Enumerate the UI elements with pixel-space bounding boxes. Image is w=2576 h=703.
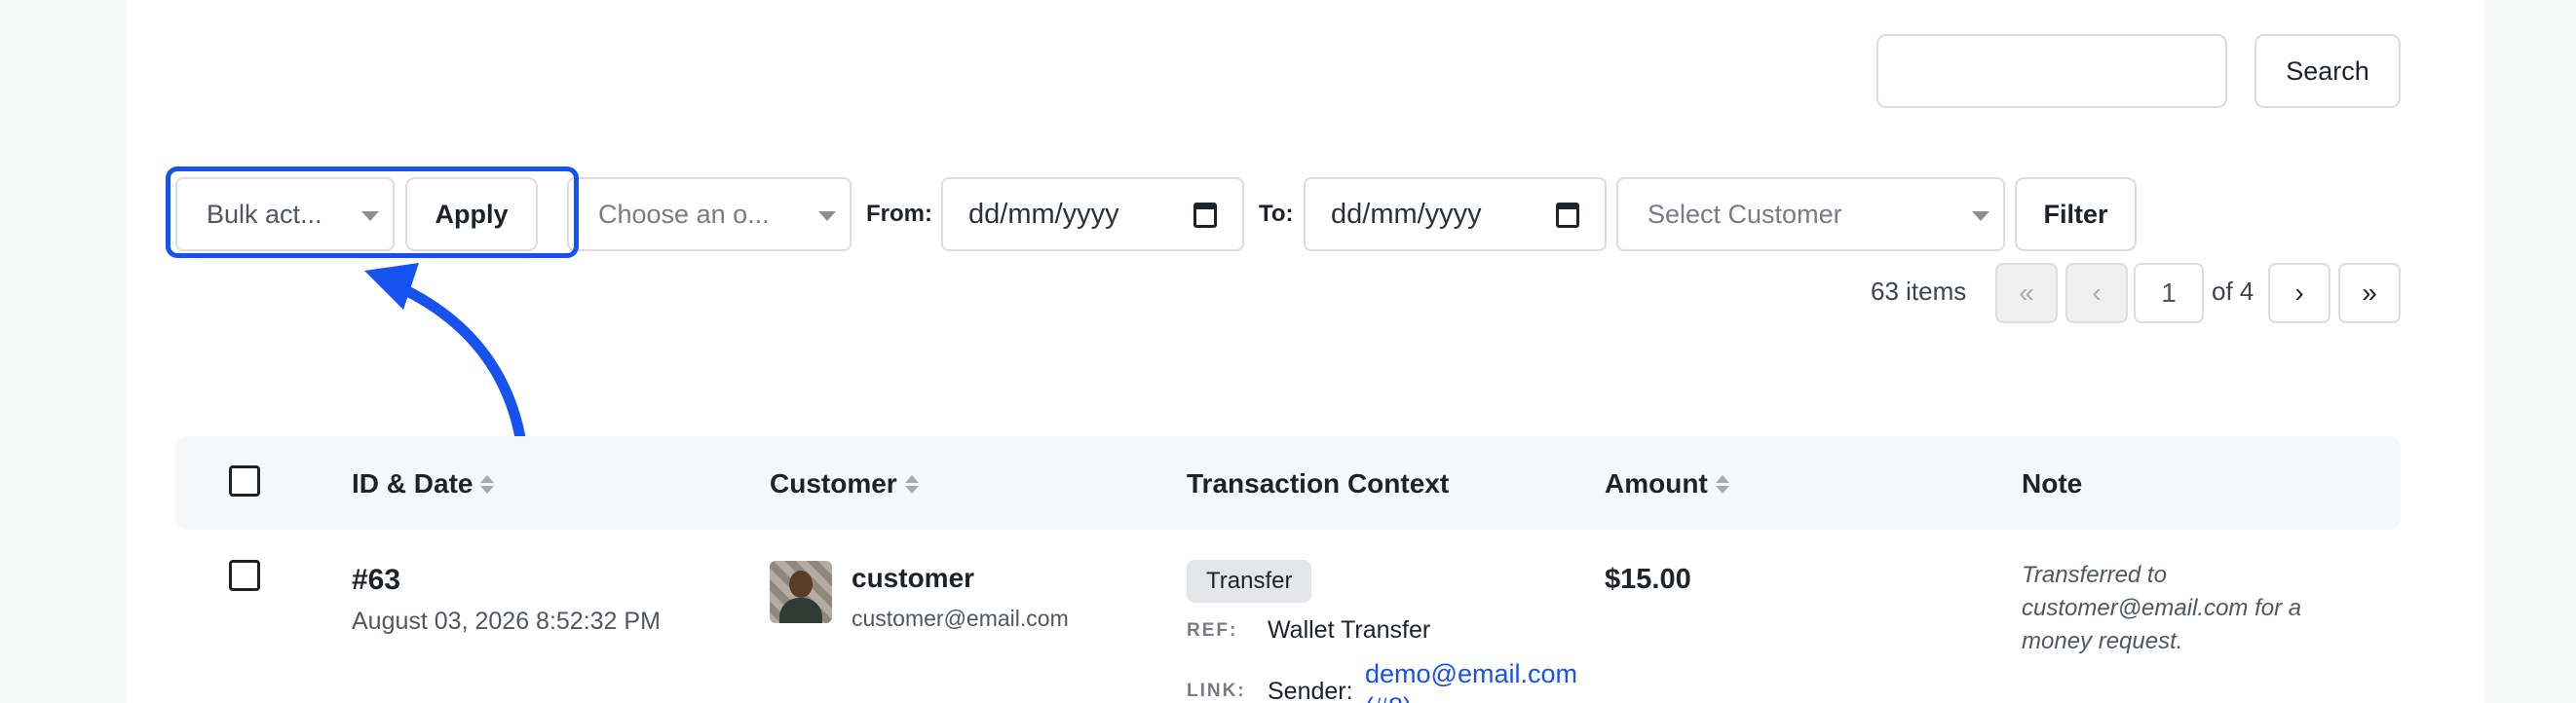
first-page-button[interactable]: « — [1995, 263, 2058, 323]
sort-icon — [1715, 474, 1729, 494]
choose-option-value: Choose an o... — [598, 199, 770, 229]
transaction-date: August 03, 2026 8:52:32 PM — [352, 608, 661, 635]
customer-name[interactable]: customer — [852, 563, 974, 594]
to-date-input[interactable]: dd/mm/yyyy — [1304, 177, 1607, 251]
to-label: To: — [1259, 201, 1294, 227]
from-date-input[interactable]: dd/mm/yyyy — [941, 177, 1244, 251]
sort-icon — [480, 474, 495, 494]
avatar — [770, 561, 832, 623]
sender-link[interactable]: demo@email.com (#8) — [1365, 657, 1577, 703]
transaction-type-badge: Transfer — [1187, 560, 1312, 603]
filter-button[interactable]: Filter — [2015, 177, 2137, 251]
sort-icon — [904, 474, 919, 494]
column-header-note: Note — [2022, 468, 2082, 500]
ref-value: Wallet Transfer — [1268, 616, 1431, 644]
from-label: From: — [866, 201, 932, 227]
current-page-input[interactable]: 1 — [2134, 263, 2204, 323]
chevron-down-icon — [1972, 211, 1989, 221]
column-header-label: ID & Date — [352, 468, 474, 499]
next-page-button[interactable]: › — [2268, 263, 2330, 323]
transaction-amount: $15.00 — [1605, 564, 1691, 595]
last-page-button[interactable]: » — [2338, 263, 2401, 323]
bulk-actions-highlight — [166, 166, 579, 258]
prev-page-button[interactable]: ‹ — [2065, 263, 2128, 323]
sender-label: Sender: — [1268, 678, 1353, 703]
column-header-id-date[interactable]: ID & Date — [352, 468, 495, 500]
column-header-label: Amount — [1605, 468, 1708, 499]
column-header-customer[interactable]: Customer — [770, 468, 919, 500]
choose-option-select[interactable]: Choose an o... — [567, 177, 852, 251]
link-label: LINK: — [1187, 681, 1246, 701]
column-header-label: Note — [2022, 468, 2083, 499]
transaction-note: Transferred to customer@email.com for a … — [2022, 562, 2302, 654]
column-header-label: Transaction Context — [1187, 468, 1450, 499]
customer-select[interactable]: Select Customer — [1616, 177, 2005, 251]
from-date-value: dd/mm/yyyy — [968, 198, 1119, 230]
select-all-checkbox[interactable] — [229, 465, 260, 497]
total-pages-text: of 4 — [2212, 277, 2254, 306]
search-button[interactable]: Search — [2254, 34, 2401, 108]
items-count: 63 items — [1871, 277, 1967, 306]
customer-email: customer@email.com — [852, 606, 1069, 631]
search-input[interactable] — [1876, 34, 2227, 108]
chevron-down-icon — [818, 211, 836, 221]
transaction-id[interactable]: #63 — [352, 564, 400, 597]
column-header-amount[interactable]: Amount — [1605, 468, 1729, 500]
customer-select-value: Select Customer — [1648, 199, 1842, 229]
calendar-icon[interactable] — [1193, 203, 1217, 228]
row-checkbox[interactable] — [229, 560, 260, 591]
column-header-transaction-context: Transaction Context — [1187, 468, 1449, 500]
column-header-label: Customer — [770, 468, 897, 499]
calendar-icon[interactable] — [1556, 203, 1579, 228]
to-date-value: dd/mm/yyyy — [1331, 198, 1482, 230]
ref-label: REF: — [1187, 620, 1238, 641]
